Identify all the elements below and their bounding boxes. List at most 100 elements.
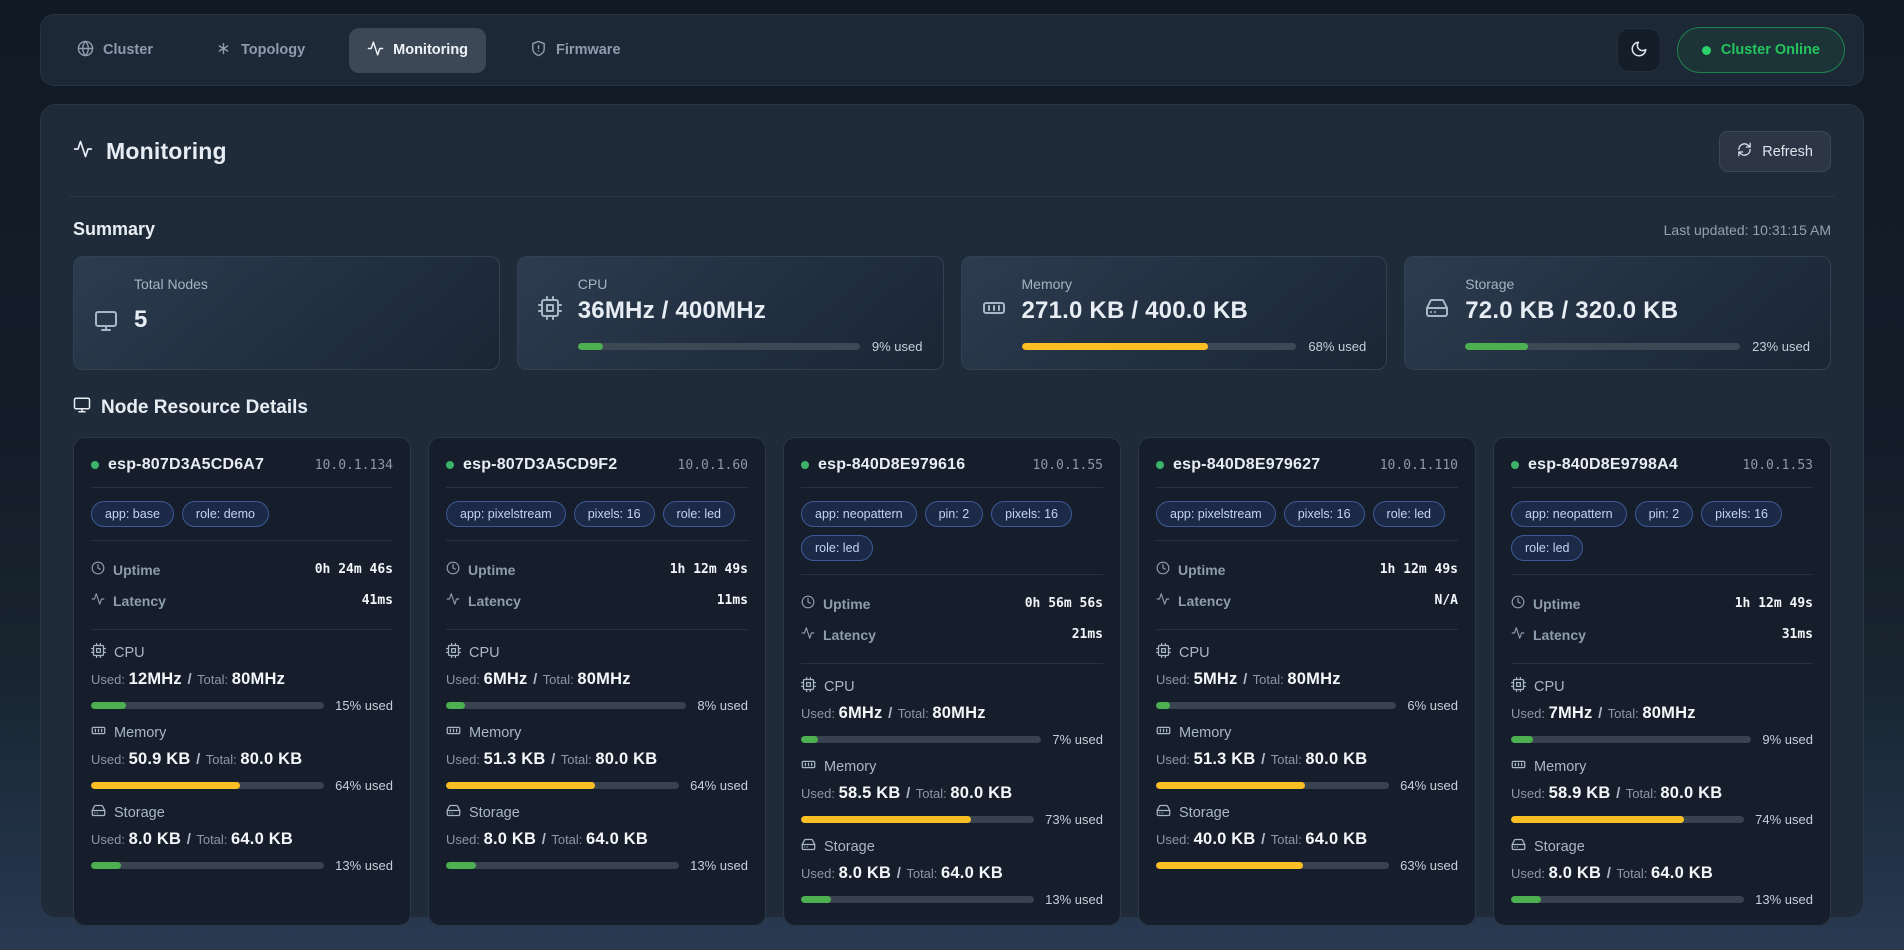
latency-value: 21ms	[1072, 627, 1103, 642]
divider	[1156, 540, 1458, 541]
memory-used-value: 58.5 KB	[839, 784, 901, 802]
uptime-value: 1h 12m 49s	[1380, 562, 1458, 577]
storage-metric: Storage Used: 40.0 KB / Total: 64.0 KB 6…	[1156, 803, 1458, 873]
divider	[801, 663, 1103, 664]
node-card: esp-840D8E979627 10.0.1.110 app: pixelst…	[1138, 437, 1476, 926]
memory-metric: Memory Used: 51.3 KB / Total: 80.0 KB 64…	[1156, 723, 1458, 793]
refresh-button[interactable]: Refresh	[1719, 131, 1831, 172]
last-updated-text: Last updated: 10:31:15 AM	[1664, 222, 1831, 238]
cpu-metric: CPU Used: 5MHz / Total: 80MHz 6% used	[1156, 643, 1458, 713]
uptime-label: Uptime	[468, 562, 515, 578]
divider	[1511, 574, 1813, 575]
progress-bar	[1022, 343, 1297, 350]
cpu-metric: CPU Used: 12MHz / Total: 80MHz 15% used	[91, 643, 393, 713]
memory-icon	[982, 296, 1022, 325]
latency-label: Latency	[113, 593, 166, 609]
clock-icon	[91, 561, 105, 578]
node-tag: role: led	[1373, 501, 1445, 527]
divider	[1511, 663, 1813, 664]
node-ip: 10.0.1.60	[678, 458, 748, 473]
divider	[91, 629, 393, 630]
theme-toggle-button[interactable]	[1617, 28, 1661, 72]
memory-icon	[1511, 757, 1526, 776]
tab-monitoring[interactable]: Monitoring	[349, 28, 486, 73]
tab-cluster[interactable]: Cluster	[59, 28, 171, 73]
percent-used-label: 9% used	[1762, 732, 1813, 747]
cluster-status-badge[interactable]: Cluster Online	[1677, 27, 1845, 73]
tab-label: Topology	[241, 42, 305, 58]
node-card: esp-840D8E9798A4 10.0.1.53 app: neopatte…	[1493, 437, 1831, 926]
node-tag: role: led	[663, 501, 735, 527]
percent-used-label: 64% used	[1400, 778, 1458, 793]
memory-total-value: 80.0 KB	[595, 750, 657, 768]
uptime-label: Uptime	[823, 596, 870, 612]
status-dot-icon	[1702, 46, 1711, 55]
node-card: esp-807D3A5CD6A7 10.0.1.134 app: baserol…	[73, 437, 411, 926]
hard-drive-icon	[801, 837, 816, 856]
node-name: esp-840D8E9798A4	[1528, 456, 1678, 474]
cpu-icon	[1156, 643, 1171, 662]
progress-bar	[446, 862, 679, 869]
latency-value: 31ms	[1782, 627, 1813, 642]
activity-icon	[1511, 626, 1525, 643]
progress-bar	[578, 343, 860, 350]
tab-topology[interactable]: Topology	[197, 28, 323, 73]
activity-icon	[367, 40, 384, 61]
memory-used-value: 51.3 KB	[1194, 750, 1256, 768]
uptime-value: 1h 12m 49s	[670, 562, 748, 577]
node-name: esp-840D8E979627	[1173, 456, 1320, 474]
tab-label: Cluster	[103, 42, 153, 58]
tab-firmware[interactable]: Firmware	[512, 28, 638, 73]
hard-drive-icon	[446, 803, 461, 822]
uptime-row: Uptime 1h 12m 49s	[446, 554, 748, 585]
uptime-label: Uptime	[1533, 596, 1580, 612]
storage-total-value: 64.0 KB	[586, 830, 648, 848]
card-label: Memory	[1022, 274, 1367, 294]
status-badge-label: Cluster Online	[1721, 42, 1820, 58]
divider	[1156, 629, 1458, 630]
uptime-value: 0h 56m 56s	[1025, 596, 1103, 611]
latency-label: Latency	[468, 593, 521, 609]
percent-used-label: 7% used	[1052, 732, 1103, 747]
clock-icon	[1156, 561, 1170, 578]
latency-row: Latency 41ms	[91, 585, 393, 616]
cpu-total-value: 80MHz	[932, 704, 985, 722]
card-label: CPU	[578, 274, 923, 294]
node-online-dot-icon	[801, 461, 809, 469]
cpu-total-value: 80MHz	[1287, 670, 1340, 688]
latency-value: N/A	[1435, 593, 1458, 608]
node-tag: app: pixelstream	[446, 501, 566, 527]
monitor-icon	[94, 309, 134, 338]
cpu-metric: CPU Used: 6MHz / Total: 80MHz 7% used	[801, 677, 1103, 747]
percent-used-label: 64% used	[335, 778, 393, 793]
summary-card-memory: Memory 271.0 KB / 400.0 KB 68% used	[961, 256, 1388, 370]
latency-row: Latency 21ms	[801, 619, 1103, 650]
latency-row: Latency N/A	[1156, 585, 1458, 616]
storage-used-value: 8.0 KB	[129, 830, 182, 848]
percent-used-label: 9% used	[872, 339, 923, 354]
summary-card-total-nodes: Total Nodes 5	[73, 256, 500, 370]
clock-icon	[446, 561, 460, 578]
memory-total-value: 80.0 KB	[240, 750, 302, 768]
cpu-icon	[446, 643, 461, 662]
storage-used-value: 8.0 KB	[1549, 864, 1602, 882]
progress-bar	[1156, 702, 1396, 709]
tab-label: Firmware	[556, 42, 620, 58]
storage-total-value: 64.0 KB	[231, 830, 293, 848]
memory-icon	[91, 723, 106, 742]
progress-bar	[91, 702, 324, 709]
summary-heading: Summary	[73, 219, 155, 240]
memory-total-value: 80.0 KB	[1305, 750, 1367, 768]
memory-metric: Memory Used: 58.9 KB / Total: 80.0 KB 74…	[1511, 757, 1813, 827]
percent-used-label: 64% used	[690, 778, 748, 793]
storage-used-value: 40.0 KB	[1194, 830, 1256, 848]
node-tag: pin: 2	[925, 501, 984, 527]
topology-icon	[215, 40, 232, 61]
node-name: esp-840D8E979616	[818, 456, 965, 474]
percent-used-label: 63% used	[1400, 858, 1458, 873]
cpu-metric: CPU Used: 6MHz / Total: 80MHz 8% used	[446, 643, 748, 713]
latency-row: Latency 11ms	[446, 585, 748, 616]
uptime-row: Uptime 0h 24m 46s	[91, 554, 393, 585]
node-tag: pixels: 16	[1701, 501, 1782, 527]
activity-icon	[91, 592, 105, 609]
